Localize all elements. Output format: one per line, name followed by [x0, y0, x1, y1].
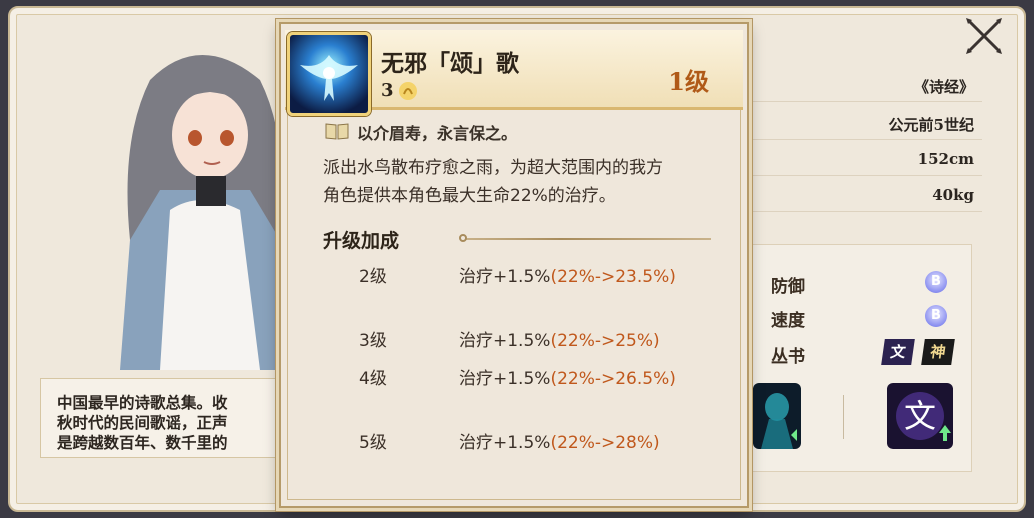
- skill-level: 1级: [668, 67, 709, 96]
- series-shen-icon[interactable]: 神: [921, 339, 955, 365]
- upgrade-effect: 治疗+1.5%(22%->26.5%): [459, 369, 676, 389]
- upgrade-change: (22%->26.5%): [550, 369, 676, 389]
- cost-icon: [399, 82, 417, 100]
- skill-name: 无邪「颂」歌: [381, 50, 519, 77]
- upgrade-level: 4级: [359, 369, 387, 389]
- description-line: 秋时代的民间歌谣，正声: [57, 413, 228, 432]
- character-description: 中国最早的诗歌总集。收 秋时代的民间歌谣，正声 是跨越数百年、数千里的: [40, 378, 290, 458]
- upgrade-row: 4级 治疗+1.5%(22%->26.5%): [281, 364, 751, 394]
- upgrade-effect: 治疗+1.5%(22%->28%): [459, 433, 660, 453]
- info-height: 152cm: [917, 150, 974, 168]
- skill-desc-line: 角色提供本角色最大生命22%的治疗。: [323, 186, 616, 206]
- close-icon: [966, 18, 1002, 54]
- stat-label: 丛书: [771, 347, 805, 367]
- info-era: 公元前5世纪: [888, 116, 974, 134]
- upgrade-title: 升级加成: [323, 230, 400, 252]
- character-portrait: [100, 40, 300, 380]
- stat-label: 速度: [771, 311, 805, 331]
- upgrade-row: 3级 治疗+1.5%(22%->25%): [281, 326, 751, 356]
- skill-detail-popup: 无邪「颂」歌 3 1级 以介眉寿，永言保之。 派出水鸟散布疗愈之雨，为超大范围内…: [279, 22, 749, 508]
- skill-quote: 以介眉寿，永言保之。: [357, 124, 518, 143]
- upgrade-row: 5级 治疗+1.5%(22%->28%): [281, 428, 751, 458]
- skill-description: 派出水鸟散布疗愈之雨，为超大范围内的我方 角色提供本角色最大生命22%的治疗。: [323, 154, 733, 210]
- upgrade-level: 5级: [359, 433, 387, 453]
- grade-badge: B: [925, 271, 947, 293]
- stat-row-defense: 防御 B: [753, 267, 967, 297]
- upgrade-change: (22%->28%): [550, 433, 660, 453]
- svg-text:文: 文: [904, 397, 936, 435]
- upgrade-effect: 治疗+1.5%(22%->23.5%): [459, 267, 676, 287]
- skill-thumb-wen-icon[interactable]: 文: [887, 383, 953, 449]
- divider: [461, 238, 711, 240]
- divider-ornament: [459, 234, 467, 242]
- description-line: 是跨越数百年、数千里的: [57, 433, 228, 452]
- series-wen-icon[interactable]: 文: [881, 339, 915, 365]
- skill-cost: 3: [381, 80, 394, 101]
- upgrade-level: 3级: [359, 331, 387, 351]
- thumb-divider: [843, 395, 844, 439]
- close-button[interactable]: [962, 14, 1006, 58]
- skill-thumb-character-icon[interactable]: [753, 383, 801, 449]
- info-weight-row: 40kg: [742, 182, 982, 212]
- info-source-row: 《诗经》: [742, 72, 982, 102]
- description-line: 中国最早的诗歌总集。收: [57, 393, 228, 412]
- skill-bird-icon: [287, 32, 371, 116]
- info-weight: 40kg: [932, 186, 974, 204]
- upgrade-row: 2级 治疗+1.5%(22%->23.5%): [281, 262, 751, 292]
- skill-desc-line: 派出水鸟散布疗愈之雨，为超大范围内的我方: [323, 158, 663, 178]
- info-era-row: 公元前5世纪: [742, 110, 982, 140]
- grade-badge: B: [925, 305, 947, 327]
- info-source: 《诗经》: [913, 78, 974, 96]
- stat-row-series: 丛书 文 神: [753, 337, 967, 367]
- upgrade-effect: 治疗+1.5%(22%->25%): [459, 331, 660, 351]
- upgrade-change: (22%->25%): [550, 331, 660, 351]
- upgrade-change: (22%->23.5%): [550, 267, 676, 287]
- stat-row-speed: 速度 B: [753, 301, 967, 331]
- book-icon: [325, 123, 349, 140]
- upgrade-level: 2级: [359, 267, 387, 287]
- stat-label: 防御: [771, 277, 805, 297]
- stats-panel: 防御 B 速度 B 丛书 文 神 文: [742, 244, 972, 472]
- info-height-row: 152cm: [742, 146, 982, 176]
